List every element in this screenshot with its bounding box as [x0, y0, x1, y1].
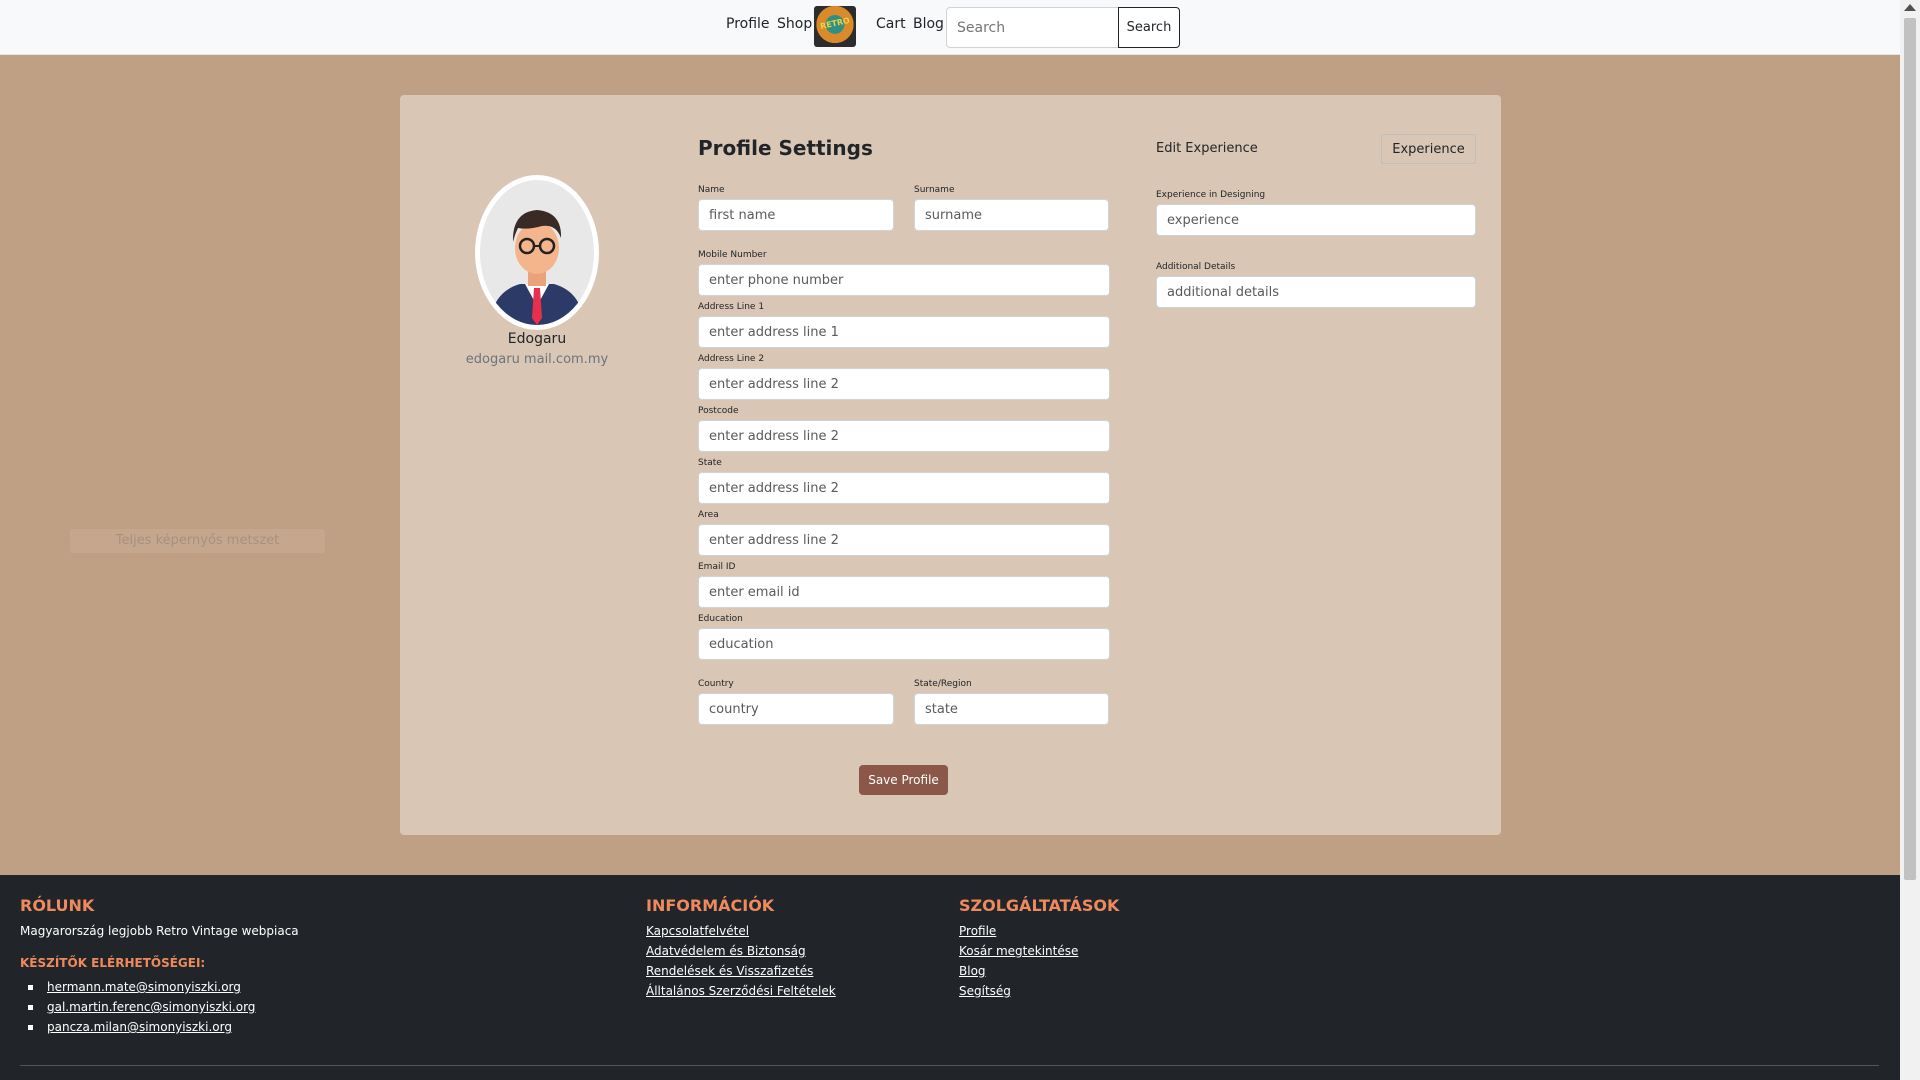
fullscreen-snip-button[interactable]: Teljes képernyős metszet	[70, 529, 325, 553]
experience-button[interactable]: Experience	[1381, 134, 1476, 164]
footer-info-link[interactable]: Rendelések és Visszafizetés	[646, 964, 813, 978]
details-label: Additional Details	[1156, 262, 1236, 272]
footer-contacts-heading: KÉSZÍTŐK ELÉRHETŐSÉGEI:	[20, 956, 206, 970]
footer-info-heading: INFORMÁCIÓK	[646, 896, 775, 915]
avatar	[475, 175, 599, 330]
footer-services-heading: SZOLGÁLTATÁSOK	[959, 896, 1120, 915]
contact-link[interactable]: gal.martin.ferenc@simonyiszki.org	[47, 1000, 255, 1014]
area-field[interactable]	[698, 524, 1110, 556]
top-navbar: Profile Shop RETRO Cart Blog Search	[0, 0, 1900, 55]
region-label: State/Region	[914, 679, 972, 689]
email-field[interactable]	[698, 576, 1110, 608]
scroll-up-arrow-icon[interactable]	[1904, 4, 1916, 11]
save-profile-button[interactable]: Save Profile	[859, 765, 948, 795]
state-label: State	[698, 458, 722, 468]
list-bullet	[28, 1005, 33, 1010]
footer-about-heading: RÓLUNK	[20, 896, 95, 915]
mobile-number-field[interactable]	[698, 264, 1110, 296]
country-field[interactable]	[698, 693, 894, 725]
contact-link[interactable]: pancza.milan@simonyiszki.org	[47, 1020, 232, 1034]
profile-email: edogaru mail.com.my	[465, 352, 609, 367]
area-label: Area	[698, 510, 719, 520]
nav-cart-link[interactable]: Cart	[876, 16, 906, 32]
footer-about-text: Magyarország legjobb Retro Vintage webpi…	[20, 924, 299, 938]
search-input[interactable]	[946, 7, 1119, 48]
page-title: Profile Settings	[698, 136, 873, 160]
edit-experience-label: Edit Experience	[1156, 141, 1258, 156]
footer	[0, 875, 1900, 1080]
designing-label: Experience in Designing	[1156, 190, 1266, 200]
logo-text: RETRO	[819, 15, 851, 32]
state-field[interactable]	[698, 472, 1110, 504]
address2-label: Address Line 2	[698, 354, 765, 364]
list-bullet	[28, 985, 33, 990]
postcode-label: Postcode	[698, 406, 739, 416]
list-bullet	[28, 1025, 33, 1030]
email-label: Email ID	[698, 562, 736, 572]
surname-label: Surname	[914, 185, 955, 195]
footer-info-link[interactable]: Kapcsolatfelvétel	[646, 924, 749, 938]
address1-label: Address Line 1	[698, 302, 765, 312]
country-label: Country	[698, 679, 734, 689]
education-field[interactable]	[698, 628, 1110, 660]
footer-services-link[interactable]: Kosár megtekintése	[959, 944, 1078, 958]
vertical-scrollbar[interactable]	[1900, 0, 1920, 1080]
footer-services-link[interactable]: Segítség	[959, 984, 1011, 998]
nav-profile-link[interactable]: Profile	[726, 16, 770, 32]
avatar-illustration	[480, 180, 594, 325]
contact-link[interactable]: hermann.mate@simonyiszki.org	[47, 980, 241, 994]
scrollbar-thumb[interactable]	[1904, 18, 1916, 880]
profile-name: Edogaru	[507, 331, 567, 347]
first-name-field[interactable]	[698, 199, 894, 231]
state-region-field[interactable]	[914, 693, 1109, 725]
footer-info-link[interactable]: Álltalános Szerződési Feltételek	[646, 984, 836, 998]
nav-shop-link[interactable]: Shop	[777, 16, 812, 32]
footer-services-link[interactable]: Profile	[959, 924, 996, 938]
footer-divider	[20, 1065, 1879, 1066]
name-label: Name	[698, 185, 725, 195]
education-label: Education	[698, 614, 743, 624]
nav-blog-link[interactable]: Blog	[913, 16, 944, 32]
retro-logo[interactable]: RETRO	[814, 6, 856, 47]
address-line-2-field[interactable]	[698, 368, 1110, 400]
search-button[interactable]: Search	[1118, 7, 1180, 48]
footer-info-link[interactable]: Adatvédelem és Biztonság	[646, 944, 806, 958]
postcode-field[interactable]	[698, 420, 1110, 452]
man-avatar-icon	[490, 210, 584, 325]
address-line-1-field[interactable]	[698, 316, 1110, 348]
mobile-label: Mobile Number	[698, 250, 767, 260]
footer-services-link[interactable]: Blog	[959, 964, 986, 978]
experience-field[interactable]	[1156, 204, 1476, 236]
surname-field[interactable]	[914, 199, 1109, 231]
additional-details-field[interactable]	[1156, 276, 1476, 308]
